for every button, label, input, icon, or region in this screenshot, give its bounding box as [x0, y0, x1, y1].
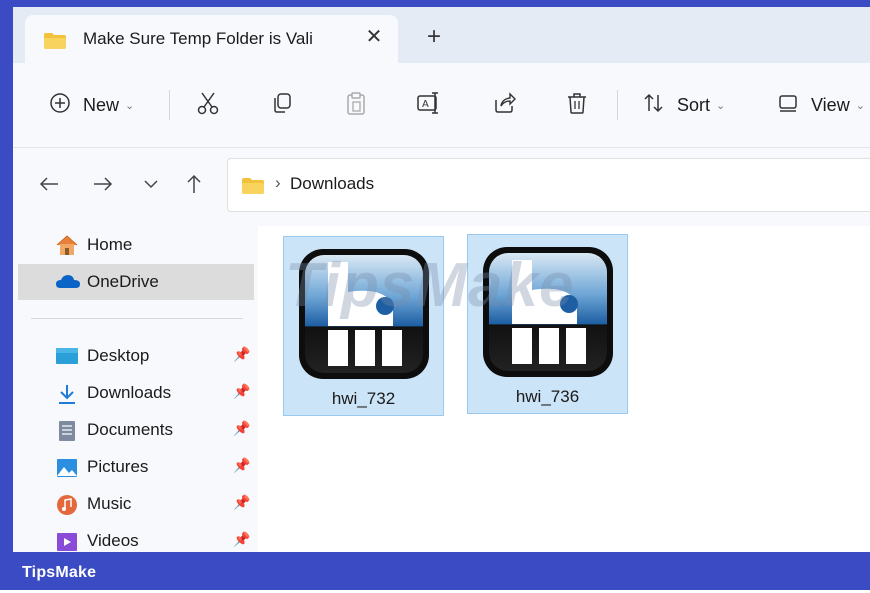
- footer-brand: TipsMake: [22, 564, 97, 581]
- tab-strip: Make Sure Temp Folder is Vali ✕ +: [13, 7, 870, 63]
- desktop-folder-icon: [55, 345, 78, 367]
- delete-button[interactable]: [564, 85, 590, 125]
- pin-icon[interactable]: 📌: [233, 383, 250, 400]
- address-row: › Downloads: [13, 148, 870, 226]
- sidebar-item-downloads[interactable]: Downloads 📌: [18, 375, 254, 411]
- copy-button[interactable]: [269, 85, 295, 125]
- sort-label: Sort: [677, 94, 711, 115]
- trash-icon: [564, 90, 590, 121]
- brand-footer: TipsMake: [0, 552, 870, 593]
- cut-button[interactable]: [195, 85, 221, 125]
- music-icon: [55, 493, 77, 515]
- file-list-view: hwi_732 hwi_736: [258, 226, 870, 552]
- pictures-icon: [55, 456, 77, 478]
- frame-left-border: [0, 0, 13, 593]
- svg-text:A: A: [422, 99, 429, 110]
- clipboard-icon: [343, 90, 369, 121]
- pin-icon[interactable]: 📌: [233, 457, 250, 474]
- breadcrumb-downloads[interactable]: Downloads: [290, 174, 374, 194]
- sidebar-item-label: Home: [87, 235, 133, 254]
- up-button[interactable]: [180, 172, 208, 200]
- paste-button[interactable]: [343, 85, 369, 125]
- toolbar-divider: [617, 90, 618, 120]
- recent-locations-button[interactable]: [137, 172, 165, 200]
- file-name: hwi_732: [331, 389, 396, 408]
- file-name: hwi_736: [515, 387, 580, 406]
- pin-icon[interactable]: 📌: [233, 346, 250, 363]
- close-tab-button[interactable]: ✕: [362, 25, 386, 49]
- sort-icon: [641, 91, 667, 120]
- file-item-hwi-736[interactable]: hwi_736: [467, 234, 628, 414]
- sidebar-item-label: Downloads: [87, 383, 172, 402]
- frame-top-border: [0, 0, 870, 7]
- view-icon: [777, 92, 799, 119]
- rename-button[interactable]: A: [415, 85, 443, 125]
- sidebar-item-home[interactable]: Home: [18, 227, 254, 263]
- file-item-hwi-732[interactable]: hwi_732: [283, 236, 444, 416]
- download-icon: [55, 382, 77, 404]
- view-label: View: [811, 94, 850, 115]
- sidebar-divider: [31, 318, 243, 319]
- chevron-down-icon: ⌄: [125, 99, 135, 112]
- sidebar-item-desktop[interactable]: Desktop 📌: [18, 338, 254, 374]
- share-icon: [491, 90, 517, 121]
- back-button[interactable]: [35, 172, 63, 200]
- tab-title: Make Sure Temp Folder is Vali: [83, 29, 313, 48]
- pin-icon[interactable]: 📌: [233, 494, 250, 511]
- sidebar-item-label: Pictures: [87, 457, 149, 476]
- plus-circle-icon: [49, 92, 71, 119]
- sort-button[interactable]: Sort ⌄: [641, 85, 725, 125]
- navigation-pane: Home OneDrive Desktop 📌 Downloads 📌 Docu…: [13, 226, 258, 552]
- rename-icon: A: [415, 90, 443, 121]
- arrow-up-icon: [185, 173, 203, 200]
- videos-icon: [55, 530, 77, 552]
- arrow-left-icon: [38, 175, 60, 198]
- breadcrumb-separator: ›: [275, 173, 281, 192]
- copy-icon: [269, 90, 295, 121]
- sidebar-item-label: Documents: [87, 420, 173, 439]
- arrow-right-icon: [92, 175, 114, 198]
- documents-icon: [55, 419, 77, 441]
- address-bar[interactable]: › Downloads: [227, 158, 870, 212]
- hwinfo-app-icon: [482, 246, 614, 383]
- chevron-down-icon: [143, 177, 159, 195]
- hwinfo-app-icon: [298, 248, 430, 385]
- sidebar-item-onedrive[interactable]: OneDrive: [18, 264, 254, 300]
- new-label: New: [83, 94, 120, 115]
- scissors-icon: [195, 90, 221, 121]
- forward-button[interactable]: [89, 172, 117, 200]
- share-button[interactable]: [491, 85, 517, 125]
- folder-icon: [241, 177, 265, 200]
- toolbar-divider: [169, 90, 170, 120]
- home-icon: [55, 234, 78, 256]
- sidebar-item-pictures[interactable]: Pictures 📌: [18, 449, 254, 485]
- new-tab-button[interactable]: +: [421, 25, 447, 51]
- pin-icon[interactable]: 📌: [233, 531, 250, 548]
- folder-icon: [43, 32, 67, 55]
- sidebar-item-label: Videos: [87, 531, 139, 550]
- tab-active[interactable]: Make Sure Temp Folder is Vali ✕: [25, 15, 398, 63]
- sidebar-item-label: Desktop: [87, 346, 150, 365]
- sidebar-item-music[interactable]: Music 📌: [18, 486, 254, 522]
- sidebar-item-documents[interactable]: Documents 📌: [18, 412, 254, 448]
- onedrive-icon: [55, 271, 80, 293]
- view-button[interactable]: View ⌄: [777, 85, 865, 125]
- command-bar: New ⌄ A Sort ⌄ View ⌄: [13, 63, 870, 148]
- chevron-down-icon: ⌄: [855, 99, 865, 112]
- new-button[interactable]: New ⌄: [49, 85, 134, 125]
- sidebar-item-label: OneDrive: [87, 272, 159, 291]
- pin-icon[interactable]: 📌: [233, 420, 250, 437]
- chevron-down-icon: ⌄: [716, 99, 726, 112]
- sidebar-item-label: Music: [87, 494, 132, 513]
